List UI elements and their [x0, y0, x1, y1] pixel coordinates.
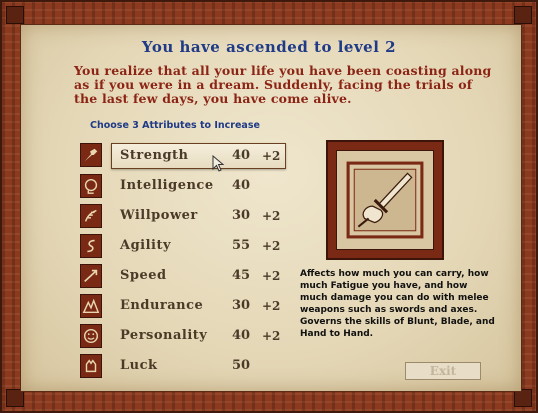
attribute-bonus: +2	[262, 209, 281, 223]
attribute-value: 40	[232, 178, 251, 193]
dialog-title: You have ascended to level 2	[141, 38, 397, 56]
attribute-value: 55	[232, 238, 251, 253]
attribute-name: Speed	[120, 268, 167, 283]
attribute-description: Affects how much you can carry, how much…	[300, 269, 495, 339]
intro-text: You realize that all your life you have …	[74, 63, 492, 106]
attribute-row-luck[interactable]	[80, 353, 290, 381]
attribute-bonus: +2	[262, 239, 281, 253]
attribute-bonus: +2	[262, 299, 281, 313]
attribute-value: 50	[232, 358, 251, 373]
attribute-value: 45	[232, 268, 251, 283]
attribute-value: 40	[232, 328, 251, 343]
attribute-name: Intelligence	[120, 178, 214, 193]
attribute-name: Agility	[120, 238, 172, 253]
attribute-row-speed[interactable]	[80, 263, 290, 291]
corner-ornament	[514, 6, 532, 24]
attribute-value: 40	[232, 148, 251, 163]
attribute-row-agility[interactable]	[80, 233, 290, 261]
attribute-bonus: +2	[262, 329, 281, 343]
attribute-value: 30	[232, 298, 251, 313]
instruction-text: Choose 3 Attributes to Increase	[90, 120, 260, 131]
attribute-name: Willpower	[120, 208, 198, 223]
attribute-name: Personality	[120, 328, 208, 343]
attribute-name: Strength	[120, 148, 189, 163]
attribute-name: Endurance	[120, 298, 204, 313]
attribute-bonus: +2	[262, 149, 281, 163]
exit-button[interactable]: Exit	[405, 362, 481, 380]
attribute-detail-frame	[326, 140, 444, 260]
attribute-value: 30	[232, 208, 251, 223]
sword-fist-icon	[336, 150, 434, 250]
attribute-name: Luck	[120, 358, 158, 373]
attribute-bonus: +2	[262, 269, 281, 283]
corner-ornament	[6, 6, 24, 24]
mouse-cursor-icon	[212, 155, 225, 172]
